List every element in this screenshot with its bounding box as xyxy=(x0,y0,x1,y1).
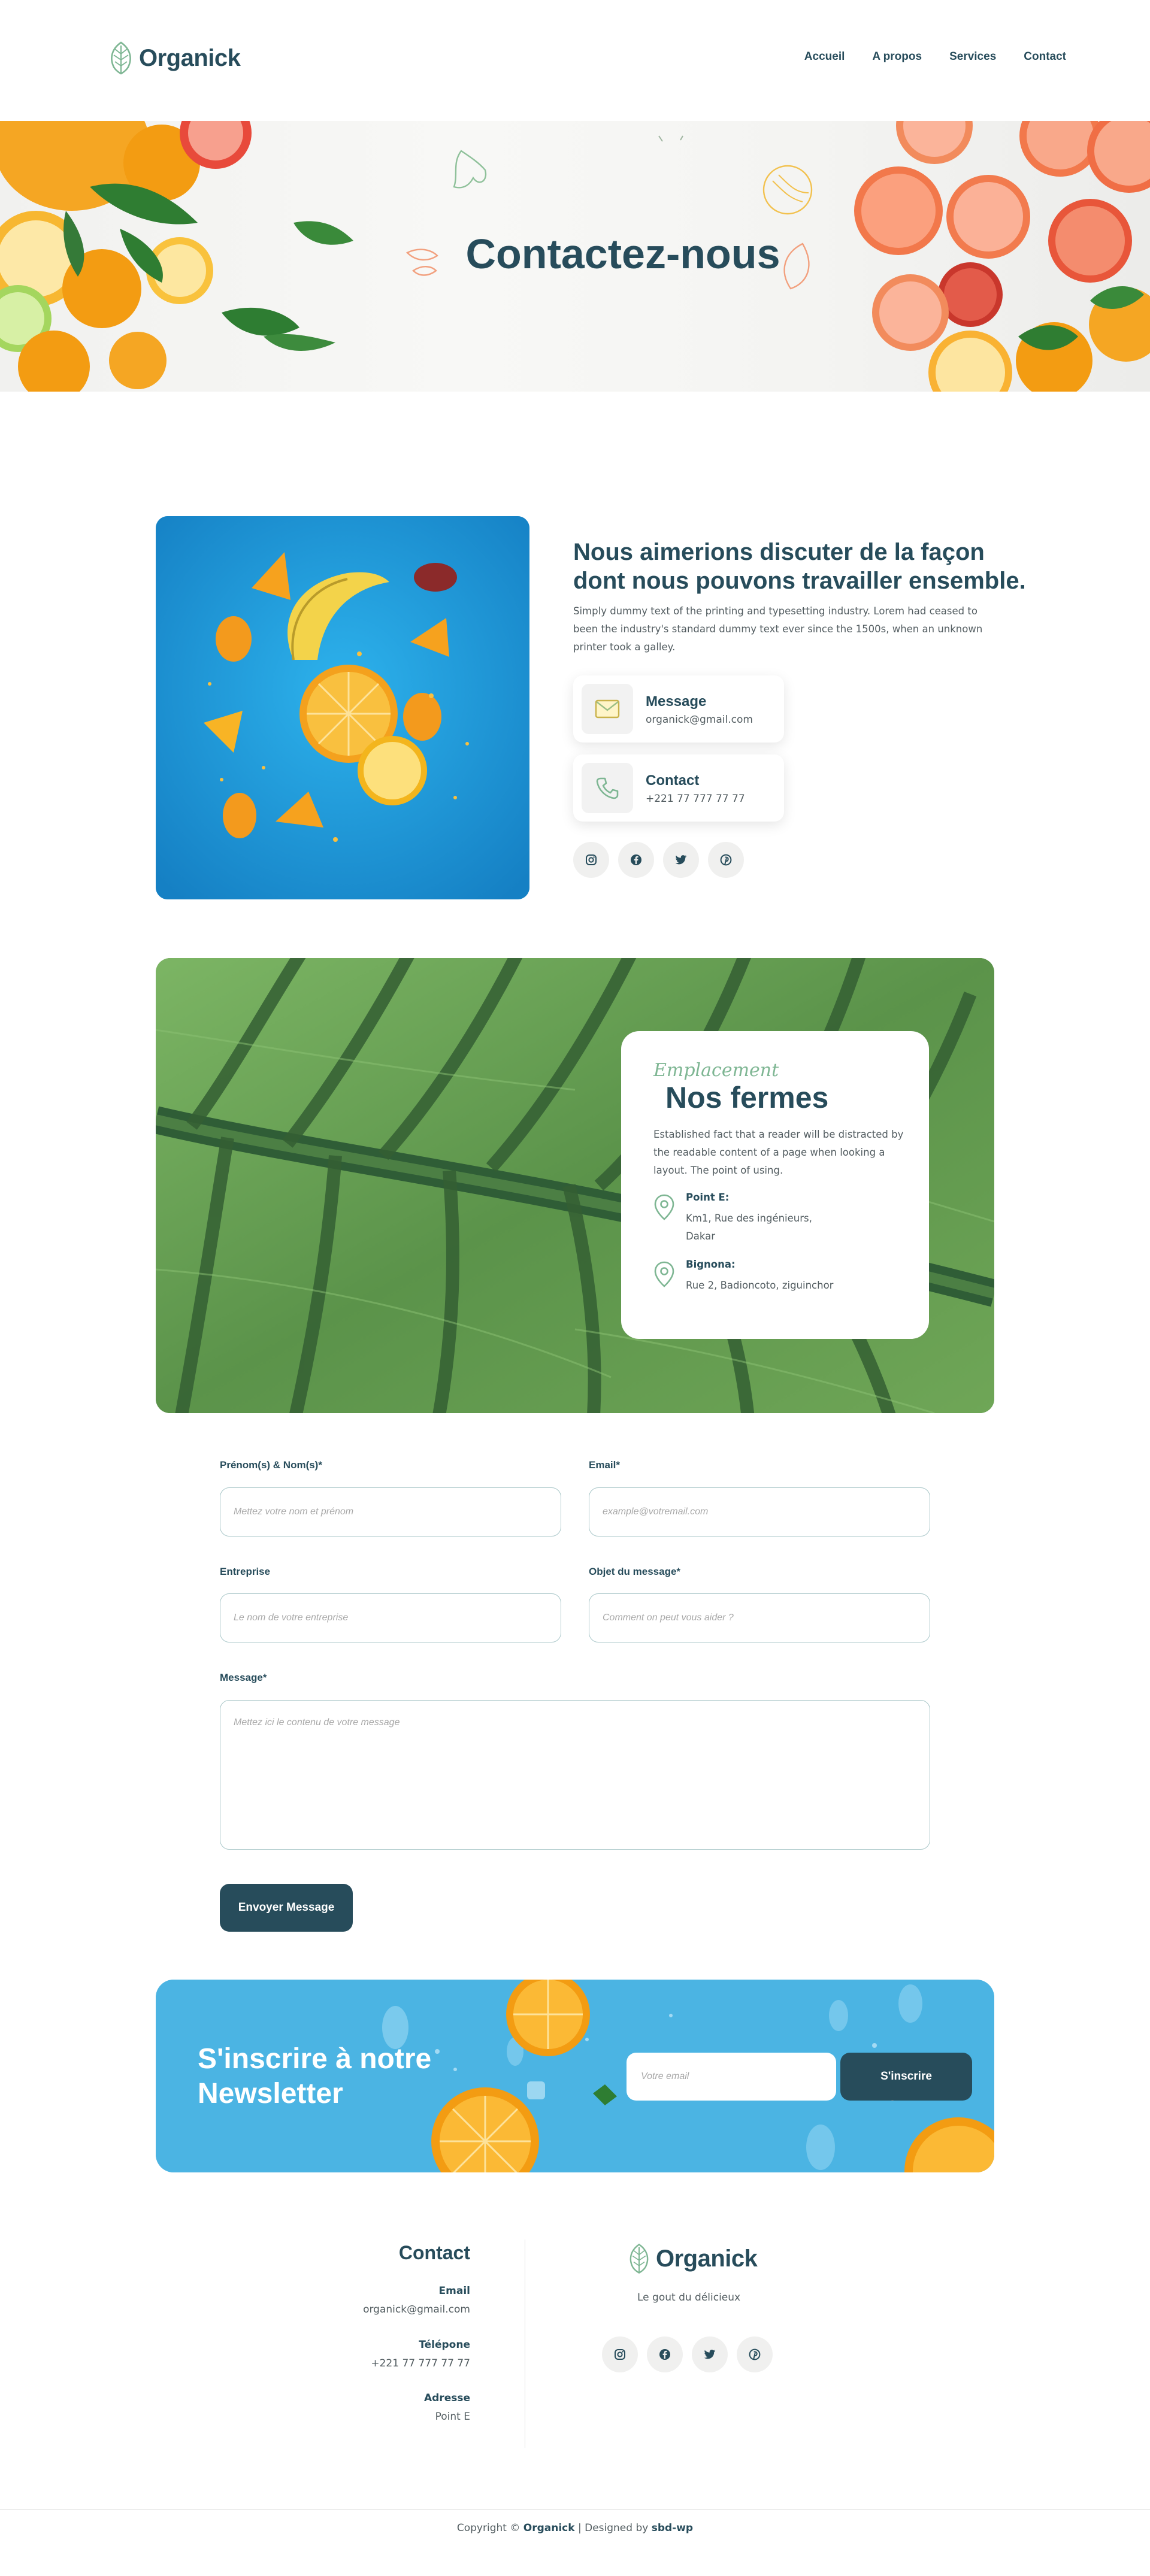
footer-bottom-divider xyxy=(0,2509,1150,2510)
page-title: Contactez-nous xyxy=(465,231,780,277)
footer-address-value: Point E xyxy=(435,2411,470,2423)
map-pin-icon xyxy=(654,1261,674,1287)
footer-logo[interactable]: Organick xyxy=(627,2242,758,2275)
footer-tagline: Le gout du délicieux xyxy=(637,2292,741,2304)
twitter-icon xyxy=(704,2350,716,2359)
pinterest-icon xyxy=(749,2348,761,2360)
instagram-icon xyxy=(615,2349,625,2360)
leaf-logo-icon xyxy=(630,2243,649,2274)
phone-icon xyxy=(582,763,633,813)
footer-facebook-link[interactable] xyxy=(647,2336,683,2372)
footer-brand-name: Organick xyxy=(656,2245,758,2272)
footer-pinterest-link[interactable] xyxy=(737,2336,773,2372)
instagram-icon xyxy=(586,854,597,865)
newsletter-email-input[interactable] xyxy=(627,2053,836,2101)
farm-description: Established fact that a reader will be d… xyxy=(653,1129,904,1176)
name-field[interactable] xyxy=(220,1487,561,1536)
facebook-icon xyxy=(631,854,641,865)
message-email[interactable]: organick@gmail.com xyxy=(646,714,753,726)
company-field[interactable] xyxy=(220,1593,561,1642)
copyright-prefix: Copyright © xyxy=(456,2522,520,2534)
message-card: Message organick@gmail.com xyxy=(573,675,784,743)
name-label: Prénom(s) & Nom(s)* xyxy=(220,1459,322,1471)
twitter-icon xyxy=(675,855,687,865)
send-message-button[interactable]: Envoyer Message xyxy=(220,1884,353,1932)
footer-contact-title: Contact xyxy=(398,2242,470,2263)
nav-a-propos[interactable]: A propos xyxy=(872,50,922,63)
main-nav: Accueil A propos Services Contact xyxy=(804,50,1066,63)
newsletter-title: S'inscrire à notre Newsletter xyxy=(198,2043,432,2110)
location-address: Km1, Rue des ingénieurs, Dakar xyxy=(686,1213,812,1242)
brand-name: Organick xyxy=(139,44,241,71)
farm-title: Nos fermes xyxy=(665,1081,829,1114)
copyright-separator: | Designed by xyxy=(577,2522,649,2534)
footer-phone-label: Télépone xyxy=(419,2339,470,2351)
site-header: Organick Accueil A propos Services Conta… xyxy=(0,0,1150,120)
footer-email-label: Email xyxy=(438,2285,470,2297)
nav-contact[interactable]: Contact xyxy=(1024,50,1066,63)
pinterest-link[interactable] xyxy=(708,842,744,878)
subscribe-button[interactable]: S'inscrire xyxy=(840,2053,972,2101)
leaf-logo-icon xyxy=(111,41,131,75)
location-name: Point E: xyxy=(686,1192,730,1203)
footer-twitter-link[interactable] xyxy=(692,2336,728,2372)
contact-label: Contact xyxy=(646,772,700,789)
subject-field[interactable] xyxy=(589,1593,930,1642)
map-pin-icon xyxy=(654,1194,674,1220)
twitter-link[interactable] xyxy=(663,842,699,878)
facebook-icon xyxy=(659,2349,670,2360)
about-text: Simply dummy text of the printing and ty… xyxy=(573,605,983,653)
subject-label: Objet du message* xyxy=(589,1566,681,1577)
footer-address-label: Adresse xyxy=(423,2392,470,2404)
copyright-designer[interactable]: sbd-wp xyxy=(652,2522,693,2534)
location-address: Rue 2, Badioncoto, ziguinchor xyxy=(686,1280,834,1291)
message-label: Message xyxy=(646,693,707,710)
newsletter-banner: S'inscrire à notre Newsletter S'inscrire xyxy=(156,1980,994,2172)
message-field-label: Message* xyxy=(220,1672,267,1683)
nav-services[interactable]: Services xyxy=(949,50,996,63)
location-name: Bignona: xyxy=(686,1259,736,1270)
copyright: Copyright © Organick | Designed by sbd-w… xyxy=(0,2522,1150,2534)
footer-email-value[interactable]: organick@gmail.com xyxy=(363,2304,470,2316)
footer-phone-value[interactable]: +221 77 777 77 77 xyxy=(371,2357,470,2369)
farm-subtitle: Emplacement xyxy=(653,1060,779,1081)
hero-banner: Contactez-nous xyxy=(0,121,1150,392)
footer-instagram-link[interactable] xyxy=(602,2336,638,2372)
contact-phone[interactable]: +221 77 777 77 77 xyxy=(646,793,745,805)
copyright-brand: Organick xyxy=(523,2522,575,2534)
instagram-link[interactable] xyxy=(573,842,609,878)
message-textarea[interactable] xyxy=(220,1700,930,1850)
facebook-link[interactable] xyxy=(618,842,654,878)
nav-accueil[interactable]: Accueil xyxy=(804,50,845,63)
pinterest-icon xyxy=(720,854,732,866)
envelope-icon xyxy=(582,684,633,734)
header-logo[interactable]: Organick xyxy=(108,41,241,75)
email-field[interactable] xyxy=(589,1487,930,1536)
about-title: Nous aimerions discuter de la façon dont… xyxy=(573,539,1026,594)
farm-locations-card: Emplacement Nos fermes Established fact … xyxy=(621,1031,929,1339)
fruit-splash-image xyxy=(156,516,529,899)
email-label: Email* xyxy=(589,1459,620,1471)
contact-card: Contact +221 77 777 77 77 xyxy=(573,754,784,822)
company-label: Entreprise xyxy=(220,1566,271,1577)
